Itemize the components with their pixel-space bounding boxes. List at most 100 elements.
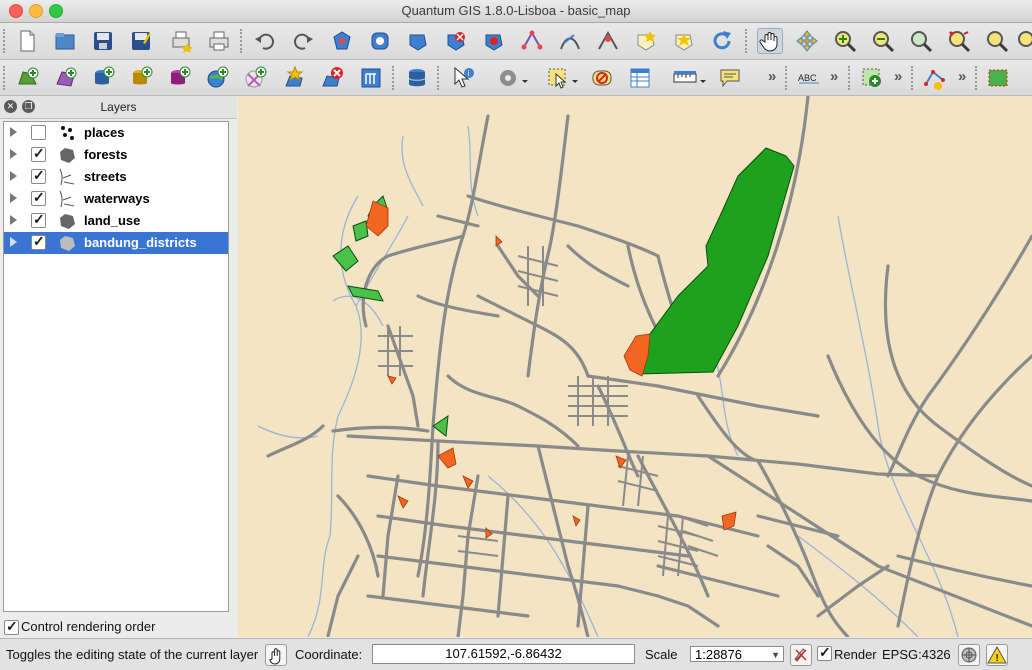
toggle-extents-icon[interactable] [265,644,287,666]
zoom-last-icon[interactable] [1014,29,1032,53]
land-use-polygon[interactable] [485,527,493,539]
zoom-in-icon[interactable] [833,29,857,53]
toolbar-grip[interactable] [240,29,245,53]
open-project-icon[interactable] [53,29,77,53]
new-project-icon[interactable] [15,29,39,53]
land-use-polygon[interactable] [462,475,474,489]
expand-icon[interactable] [10,237,17,247]
layer-row-forests[interactable]: forests [4,144,228,166]
layer-row-streets[interactable]: streets [4,166,228,188]
land-use-polygon[interactable] [365,200,389,237]
zoom-to-selection-icon[interactable] [947,29,971,53]
add-wms-layer-icon[interactable] [206,66,230,90]
map-tips-icon[interactable] [718,66,742,90]
expand-icon[interactable] [10,127,17,137]
save-project-icon[interactable] [91,29,115,53]
merge-icon[interactable] [634,29,658,53]
node-tool-icon[interactable] [520,29,544,53]
add-wcs-layer-icon[interactable] [244,66,268,90]
save-as-icon[interactable] [129,29,153,53]
land-use-polygon[interactable] [721,511,737,531]
split-feature-icon[interactable] [482,29,506,53]
layer-visibility-checkbox[interactable] [31,211,46,228]
measure-line-icon[interactable] [672,66,708,90]
coordinate-field[interactable]: 107.61592,-6.86432 [372,644,635,664]
layer-visibility-checkbox[interactable] [31,125,46,140]
select-feature-icon[interactable] [330,29,354,53]
redo-icon[interactable] [291,29,315,53]
toolbar-grip[interactable] [437,66,442,90]
layer-row-places[interactable]: places [4,122,228,144]
add-raster-layer-icon[interactable] [54,66,78,90]
zoom-out-icon[interactable] [871,29,895,53]
toolbar-grip[interactable] [848,66,853,90]
warning-icon[interactable]: ! [986,644,1008,666]
projection-globe-icon[interactable] [958,644,980,666]
zoom-to-layer-icon[interactable] [985,29,1009,53]
add-postgis-layer-icon[interactable] [92,66,116,90]
reshape-icon[interactable] [596,29,620,53]
land-use-polygon[interactable] [437,447,457,469]
new-print-composer-icon[interactable] [169,29,193,53]
pan-to-selection-icon[interactable] [795,29,819,53]
add-oracle-layer-icon[interactable] [405,66,429,90]
land-use-polygon[interactable] [615,455,627,469]
zoom-full-icon[interactable] [909,29,933,53]
stop-render-icon[interactable] [790,644,812,666]
pan-icon[interactable] [757,28,783,54]
land-use-polygon[interactable] [495,235,503,247]
georeferencer-icon[interactable] [860,66,884,90]
add-mssql-layer-icon[interactable] [168,66,192,90]
scale-combobox[interactable]: 1:28876 ▼ [690,646,784,662]
identify-features-icon[interactable]: i [451,66,475,90]
toolbar-overflow-chevron[interactable]: » [768,68,776,85]
add-delimited-text-icon[interactable] [359,66,383,90]
layer-row-waterways[interactable]: waterways [4,188,228,210]
new-shapefile-layer-icon[interactable] [283,66,307,90]
add-vector-layer-icon[interactable] [16,66,40,90]
deselect-icon[interactable] [590,66,614,90]
refresh-icon[interactable] [710,29,734,53]
add-spatialite-layer-icon[interactable] [130,66,154,90]
toolbar-overflow-chevron[interactable]: » [830,68,838,85]
toolbar-grip[interactable] [785,66,790,90]
remove-layer-icon[interactable] [321,66,345,90]
layer-visibility-checkbox[interactable] [31,233,46,250]
fill-ring-icon[interactable] [672,29,696,53]
toolbar-grip[interactable] [975,66,980,90]
rectangle-icon[interactable] [986,66,1010,90]
render-checkbox[interactable] [817,644,832,661]
toolbar-grip[interactable] [3,29,8,53]
expand-icon[interactable] [10,171,17,181]
crs-status[interactable]: EPSG:4326 [882,647,951,662]
layer-visibility-checkbox[interactable] [31,145,46,162]
map-svg[interactable] [238,96,1032,637]
control-rendering-checkbox[interactable] [4,618,19,635]
expand-icon[interactable] [10,149,17,159]
print-icon[interactable] [207,29,231,53]
attribute-table-icon[interactable] [628,66,652,90]
toolbar-grip[interactable] [3,66,8,90]
toolbar-grip[interactable] [745,29,750,53]
toolbar-grip[interactable] [392,66,397,90]
add-ring-icon[interactable] [558,29,582,53]
land-use-polygon[interactable] [572,515,581,527]
layer-row-bandung-districts[interactable]: bandung_districts [4,232,228,254]
toolbar-overflow-chevron[interactable]: » [958,68,966,85]
layer-row-land-use[interactable]: land_use [4,210,228,232]
layer-visibility-checkbox[interactable] [31,189,46,206]
land-use-polygon[interactable] [387,375,397,385]
expand-icon[interactable] [10,215,17,225]
select-features-icon[interactable] [546,66,580,90]
layer-visibility-checkbox[interactable] [31,167,46,184]
layer-tree[interactable]: places forests streets waterways land_us… [3,121,229,612]
label-abc-icon[interactable]: ABC [797,66,821,90]
land-use-polygon[interactable] [397,495,409,509]
map-canvas[interactable] [238,96,1032,637]
measure-icon[interactable] [406,29,430,53]
delete-feature-icon[interactable] [444,29,468,53]
identify-icon[interactable] [368,29,392,53]
undo-icon[interactable] [253,29,277,53]
toolbar-grip[interactable] [911,66,916,90]
toolbar-overflow-chevron[interactable]: » [894,68,902,85]
